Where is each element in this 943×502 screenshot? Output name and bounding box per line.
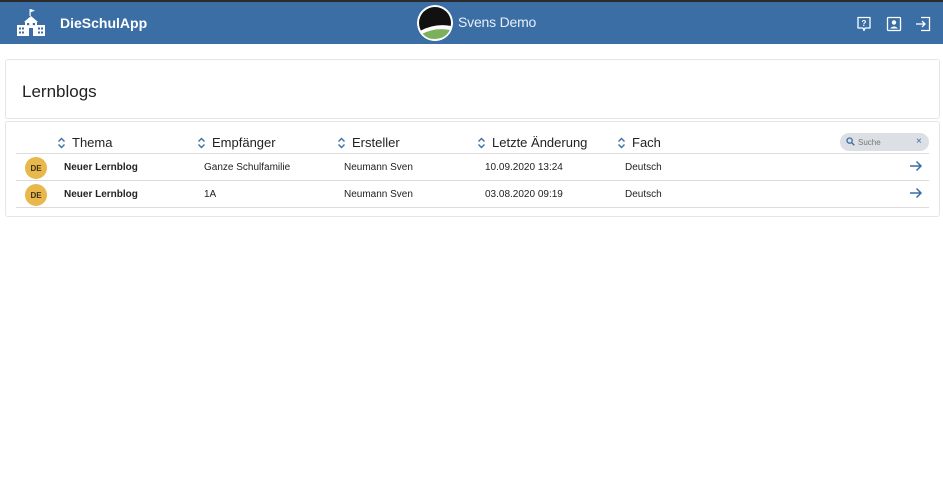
table-row[interactable]: DE Neuer Lernblog 1A Neumann Sven 03.08.… [16,181,929,208]
logout-icon[interactable] [915,16,931,32]
column-label: Ersteller [352,135,400,150]
column-label: Empfänger [212,135,276,150]
column-header-fach[interactable]: Fach [617,135,661,150]
column-header-empfaenger[interactable]: Empfänger [197,135,276,150]
cell-letzte-aenderung: 03.08.2020 09:19 [485,189,563,200]
top-bar: DieSchulApp Svens Demo ? [0,0,943,44]
arrow-right-icon[interactable] [909,159,923,173]
search-input[interactable] [858,135,914,149]
column-header-ersteller[interactable]: Ersteller [337,135,400,150]
cell-fach: Deutsch [625,162,662,173]
sort-icon [618,137,625,148]
column-label: Fach [632,135,661,150]
sort-icon [198,137,205,148]
sort-icon [338,137,345,148]
cell-ersteller: Neumann Sven [344,189,413,200]
cell-thema: Neuer Lernblog [64,162,138,173]
help-icon[interactable]: ? [856,16,872,32]
sort-icon [58,137,65,148]
table-row[interactable]: DE Neuer Lernblog Ganze Schulfamilie Neu… [16,154,929,181]
column-header-thema[interactable]: Thema [57,135,112,150]
cell-empfaenger: Ganze Schulfamilie [204,162,291,173]
sort-icon [478,137,485,148]
column-label: Letzte Änderung [492,135,588,150]
page-title: Lernblogs [22,82,97,101]
lernblog-table: Thema Empfänger Ersteller Letzte Änderun… [5,121,940,217]
search-box: × [840,133,929,151]
subject-badge: DE [25,157,47,179]
subject-badge: DE [25,184,47,206]
arrow-right-icon[interactable] [909,186,923,200]
column-header-letzte-aenderung[interactable]: Letzte Änderung [477,135,587,150]
school-logo [417,5,453,41]
cell-ersteller: Neumann Sven [344,162,413,173]
school-building-icon[interactable] [16,8,46,38]
app-title: DieSchulApp [60,15,148,31]
contact-icon[interactable] [886,16,902,32]
cell-letzte-aenderung: 10.09.2020 13:24 [485,162,563,173]
column-label: Thema [72,135,113,150]
page-title-card: Lernblogs [5,59,940,119]
school-name: Svens Demo [458,14,537,30]
cell-thema: Neuer Lernblog [64,189,138,200]
cell-fach: Deutsch [625,189,662,200]
clear-search-icon[interactable]: × [916,136,922,148]
search-icon [846,137,855,146]
cell-empfaenger: 1A [204,189,217,200]
svg-text:?: ? [862,19,867,28]
